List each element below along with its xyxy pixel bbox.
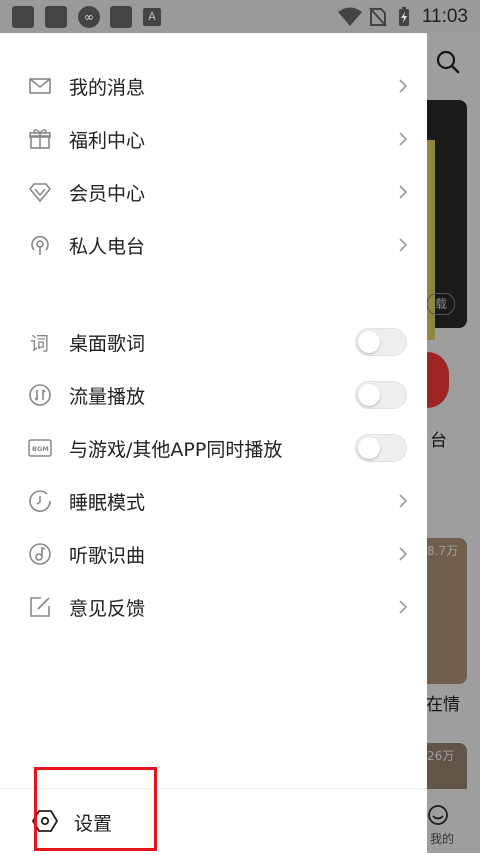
toggle-knob (358, 384, 380, 406)
menu-item-play-with-other-apps: BGM 与游戏/其他APP同时播放 (0, 422, 427, 475)
chevron-right-icon (399, 79, 408, 93)
menu-item-label: 福利中心 (69, 130, 146, 152)
lyrics-icon: 词 (30, 333, 49, 354)
a-icon: A (143, 8, 161, 26)
highlight-box (34, 767, 157, 851)
menu-item-label: 我的消息 (69, 77, 146, 99)
menu-item-welfare[interactable]: 福利中心 (0, 113, 427, 166)
chevron-right-icon (399, 185, 408, 199)
menu-item-label: 会员中心 (69, 183, 146, 205)
menu-item-label: 私人电台 (69, 236, 146, 258)
wifi-icon (338, 7, 362, 26)
feedback-icon (30, 597, 50, 617)
menu-item-label: 听歌识曲 (69, 545, 146, 567)
menu-item-vip[interactable]: 会员中心 (0, 166, 427, 219)
menu-item-desktop-lyrics: 词 桌面歌词 (0, 316, 427, 369)
no-sim-icon (369, 7, 387, 27)
gift-icon (29, 129, 51, 149)
app-icon (12, 6, 34, 28)
menu-item-messages[interactable]: 我的消息 (0, 60, 427, 113)
menu-item-song-recognition[interactable]: 听歌识曲 (0, 528, 427, 581)
clock-time: 11:03 (421, 6, 468, 27)
desktop-lyrics-toggle[interactable] (355, 328, 407, 356)
chevron-right-icon (399, 238, 408, 252)
bgm-icon: BGM (28, 439, 52, 457)
menu-item-label: 流量播放 (69, 386, 146, 408)
mail-icon (29, 78, 51, 94)
chevron-right-icon (399, 600, 408, 614)
menu-item-label: 与游戏/其他APP同时播放 (69, 439, 283, 461)
diamond-icon (28, 183, 52, 203)
music-note-icon (29, 543, 51, 565)
menu-item-label: 桌面歌词 (69, 333, 146, 355)
side-drawer: 我的消息 福利中心 会员中心 私人电台 词 桌面歌词 流量播放 BGM 与游戏/… (0, 33, 427, 854)
infinity-icon: ∞ (78, 6, 100, 28)
battery-charging-icon (399, 7, 409, 26)
menu-item-private-radio[interactable]: 私人电台 (0, 219, 427, 272)
chevron-right-icon (399, 132, 408, 146)
svg-text:BGM: BGM (32, 445, 49, 453)
app-icon (45, 6, 67, 28)
toggle-knob (358, 437, 380, 459)
menu-item-label: 意见反馈 (69, 598, 146, 620)
svg-text:词: 词 (30, 333, 49, 354)
status-bar: ∞ A 11:03 (0, 0, 480, 33)
menu-item-label: 睡眠模式 (69, 492, 146, 514)
toggle-knob (358, 331, 380, 353)
radio-icon (31, 235, 49, 255)
menu-item-data-playback: 流量播放 (0, 369, 427, 422)
clock-icon (29, 490, 51, 512)
play-with-other-apps-toggle[interactable] (355, 434, 407, 462)
menu-item-sleep-mode[interactable]: 睡眠模式 (0, 475, 427, 528)
data-icon (29, 384, 51, 406)
app-icon (110, 6, 132, 28)
chevron-right-icon (399, 547, 408, 561)
chevron-right-icon (399, 494, 408, 508)
menu-item-feedback[interactable]: 意见反馈 (0, 581, 427, 634)
data-playback-toggle[interactable] (355, 381, 407, 409)
